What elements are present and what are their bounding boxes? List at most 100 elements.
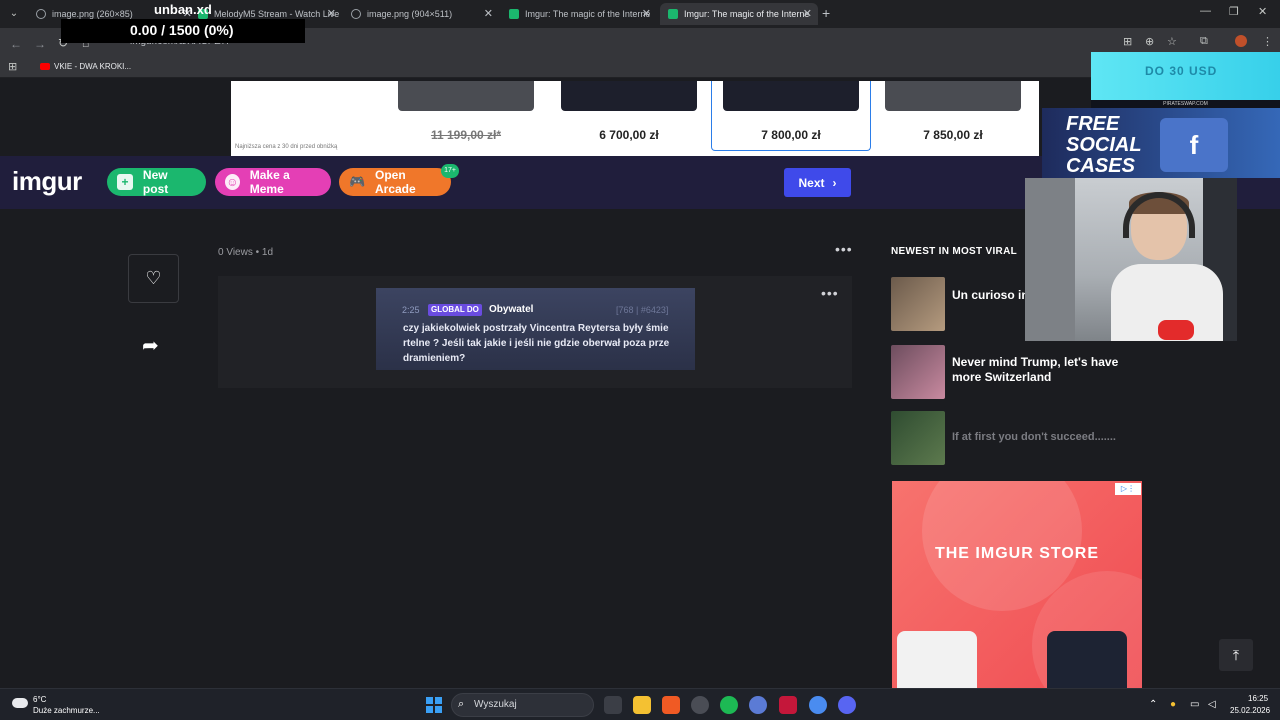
close-icon[interactable]: ✕ [803,7,812,20]
bookmark-label: VKIE - DWA KROKI... [54,62,132,71]
menu-kebab-icon[interactable]: ⋮ [1262,35,1273,48]
tray-chevron-icon[interactable]: ⌃ [1149,699,1157,710]
task-view-icon[interactable] [604,696,622,714]
clock-time[interactable]: 16:25 [1248,694,1268,703]
ad-choices-icon[interactable]: ▷⋮ [1115,483,1141,495]
minimize-button[interactable]: — [1200,5,1211,17]
pc-case-image [398,81,534,111]
tab-title: Imgur: The magic of the Interne [525,9,651,19]
new-post-button[interactable]: + New post [107,168,206,196]
heart-icon: ♡ [145,268,162,288]
open-arcade-label: Open Arcade [375,168,416,196]
ad-product[interactable]: 6 700,00 zł [549,81,709,151]
imgur-logo[interactable]: imgur [12,166,82,197]
imgur-favicon-icon [668,9,678,19]
taskbar-search-label: Wyszukaj [474,699,517,710]
promo-cases-label: FREE SOCIAL CASES [1066,113,1142,177]
discord-icon[interactable] [838,696,856,714]
tab-imgur-1[interactable]: Imgur: The magic of the Interne ✕ [501,3,657,25]
viral-thumbnail [891,411,945,465]
weather-description[interactable]: Duże zachmurze... [33,706,100,715]
microphone-tray-icon[interactable]: ● [1170,699,1176,710]
file-explorer-icon[interactable] [633,696,651,714]
ad-price: 7 800,00 zł [761,128,821,142]
image-options-icon[interactable]: ••• [821,285,839,301]
meme-face-icon: ☺ [225,174,240,190]
adobe-icon[interactable] [779,696,797,714]
stream-counter: 0.00 / 1500 (0%) [130,22,234,38]
weather-temperature[interactable]: 6°C [33,695,46,704]
app-circle-icon[interactable] [749,696,767,714]
extensions-icon[interactable]: ⧉ [1200,35,1208,48]
viral-post-title: Never mind Trump, let's have more Switze… [952,355,1119,384]
viral-post-item[interactable]: Never mind Trump, let's have more Switze… [891,345,1132,399]
translate-icon[interactable]: ⊞ [1123,35,1132,48]
profile-avatar[interactable] [1235,35,1247,47]
tab-image-2[interactable]: image.png (904×511) ✕ [343,3,499,25]
ad-price: 6 700,00 zł [599,128,659,142]
plus-icon: + [117,174,133,190]
clock-date[interactable]: 25.02.2026 [1230,706,1270,715]
product-ad-banner[interactable]: 11 199,00 zł* 6 700,00 zł 7 800,00 zł 7 … [231,81,1039,156]
chevron-right-icon: › [832,175,837,190]
back-icon[interactable]: ← [10,37,22,51]
streamer-webcam [1025,178,1237,341]
views-count: 0 Views [218,247,253,258]
open-arcade-button[interactable]: 🎮 Open Arcade [339,168,451,196]
white-shirt-image [897,631,977,688]
favorite-button[interactable]: ♡ [128,254,179,303]
imgur-store-ad[interactable]: THE IMGUR STORE [892,481,1142,688]
close-icon[interactable]: ✕ [642,7,651,20]
search-icon: ⌕ [458,698,465,710]
share-arrow-icon[interactable]: ➦ [142,333,159,358]
bookmarks-bar: ⊞ VKIE - DWA KROKI... [0,56,1280,78]
close-icon[interactable]: ✕ [327,7,336,20]
volume-icon[interactable]: ◁ [1208,699,1216,710]
windows-start-icon[interactable] [426,697,442,713]
apps-grid-icon[interactable]: ⊞ [8,60,17,73]
tab-imgur-active[interactable]: Imgur: The magic of the Interne ✕ [660,3,818,25]
viral-post-item[interactable]: If at first you don't succeed....... [891,411,1116,465]
zoom-icon[interactable]: ⊕ [1145,35,1154,48]
ad-price: 11 199,00 zł* [430,128,502,142]
post-options-icon[interactable]: ••• [835,241,853,257]
next-label: Next [798,175,825,190]
tab-search-icon[interactable]: ⌄ [6,6,22,22]
close-window-button[interactable]: ✕ [1258,5,1267,18]
pc-case-image [885,81,1021,111]
facebook-case-icon: f [1160,118,1228,172]
app-icon[interactable] [691,696,709,714]
bookmark-star-icon[interactable]: ☆ [1167,35,1177,48]
new-tab-button[interactable]: + [822,5,830,21]
make-meme-label: Make a Meme [249,168,290,196]
taskbar-search-input[interactable] [451,693,594,717]
next-post-button[interactable]: Next › [784,168,851,197]
chat-timestamp: 2:25 [402,305,420,315]
network-icon[interactable]: ▭ [1190,699,1199,710]
close-icon[interactable]: ✕ [484,7,493,20]
tab-title: MelodyM5 Stream - Watch Live [214,9,340,19]
ad-product[interactable]: 11 199,00 zł* [386,81,546,151]
make-meme-button[interactable]: ☺ Make a Meme [215,168,331,196]
background-door [1025,178,1075,341]
scroll-to-top-button[interactable]: ⤒ [1219,639,1253,671]
sidebar-title: NEWEST IN MOST VIRAL [891,246,1017,257]
chat-username: Obywatel [489,304,534,315]
forward-icon[interactable]: → [34,37,46,51]
ad-product-selected[interactable]: 7 800,00 zł [711,81,871,151]
cloud-icon[interactable] [12,698,28,708]
promo-cases-text: FREE SOCIAL CASES [1066,114,1166,177]
post-meta: 0 Views • 1d [218,247,273,258]
globe-icon [351,9,361,19]
new-post-label: New post [142,168,169,196]
maximize-button[interactable]: ❐ [1229,5,1239,18]
viral-thumbnail [891,345,945,399]
chrome-icon[interactable] [809,696,827,714]
brave-browser-icon[interactable] [662,696,680,714]
spotify-icon[interactable] [720,696,738,714]
chat-channel-tag: GLOBAL DO [428,304,482,316]
post-age: 1d [261,247,274,258]
bookmark-item[interactable]: VKIE - DWA KROKI... [40,62,131,71]
ad-price: 7 850,00 zł [923,128,983,142]
ad-product[interactable]: 7 850,00 zł [873,81,1033,151]
